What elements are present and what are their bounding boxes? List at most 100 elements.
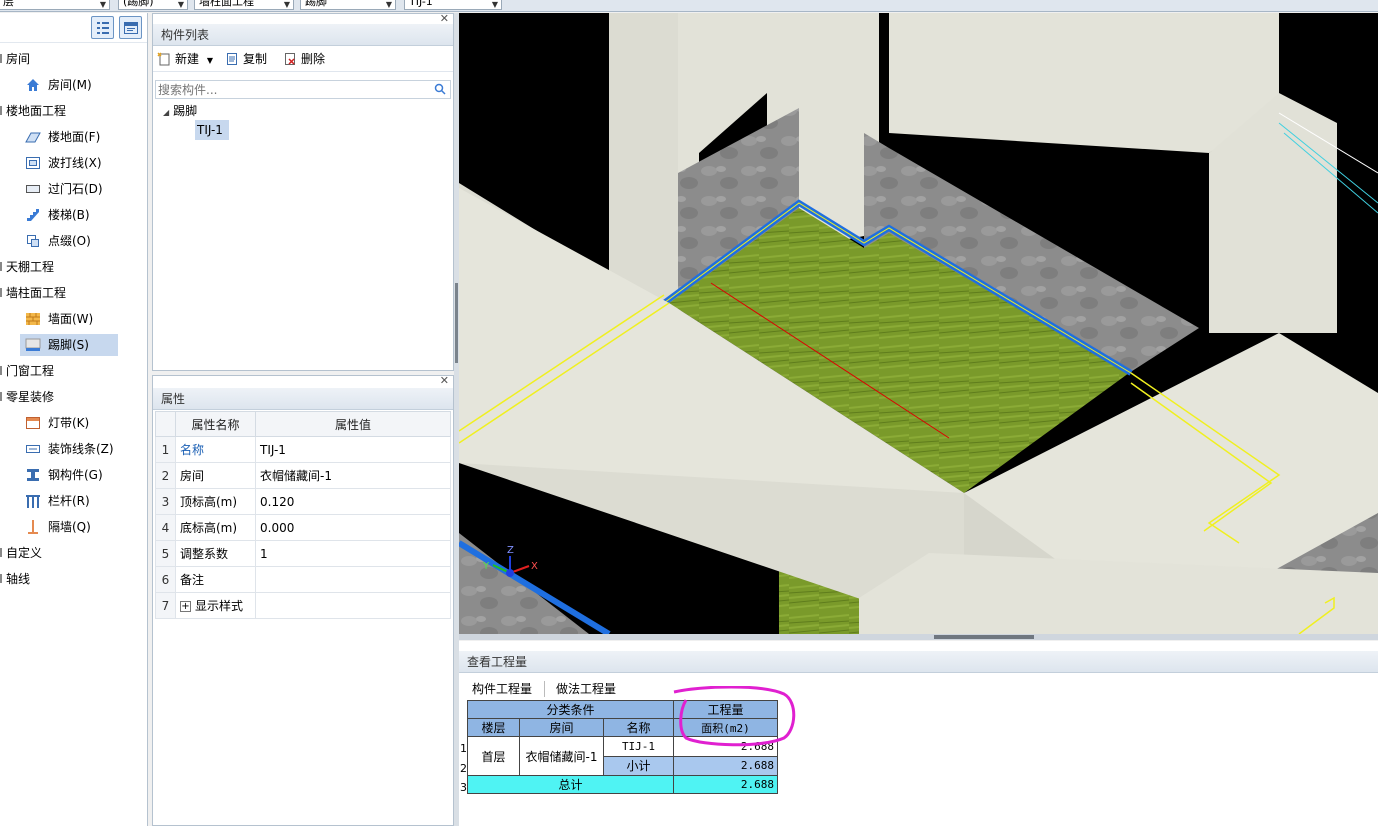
left-navigation: 房间 房间(M) 楼地面工程 楼地面(F) 波打线(X) 过门石(D) 楼梯(B… (0, 13, 148, 826)
search-icon[interactable] (434, 83, 446, 95)
tree-leaf-tij-1[interactable]: TIJ-1 (195, 120, 229, 140)
wall-face (889, 13, 1279, 153)
classification-header: 分类条件 (467, 700, 674, 719)
row-number: 4 (155, 514, 176, 541)
copy-component-button[interactable]: 复制 (225, 50, 267, 68)
splitter-grip[interactable] (455, 283, 458, 363)
property-name: 调整系数 (175, 540, 256, 567)
nav-item-stairs[interactable]: 楼梯(B) (20, 204, 118, 226)
nav-item-skirting[interactable]: 踢脚(S) (20, 334, 118, 356)
nav-item-partition[interactable]: 隔墙(Q) (20, 516, 118, 538)
nav-category-axis[interactable]: 轴线 (0, 568, 30, 590)
project-type-select[interactable]: 墙柱面工程 ▼ (194, 0, 294, 10)
house-icon (27, 79, 39, 91)
stairs-icon (27, 209, 39, 221)
category-select[interactable]: (踢脚) ▼ (118, 0, 188, 10)
property-row[interactable]: 2 房间 衣帽储藏间-1 (155, 462, 451, 489)
nav-category-wall[interactable]: 墙柱面工程 (0, 282, 66, 304)
delete-component-button[interactable]: 删除 (283, 50, 325, 68)
property-row[interactable]: 3 顶标高(m) 0.120 (155, 488, 451, 515)
table-row[interactable]: 总计 2.688 (467, 775, 778, 794)
row-number: 3 (155, 488, 176, 515)
light-strip-icon (26, 417, 40, 429)
nav-category-floor[interactable]: 楼地面工程 (0, 100, 66, 122)
property-value[interactable] (255, 566, 451, 593)
molding-icon (26, 445, 40, 453)
nav-item-floor[interactable]: 楼地面(F) (20, 126, 118, 148)
property-value[interactable]: 0.000 (255, 514, 451, 541)
nav-category-custom[interactable]: 自定义 (0, 542, 42, 564)
3d-viewport[interactable]: Z X Y (459, 13, 1378, 634)
splitter-grip[interactable] (934, 635, 1034, 639)
nav-item-wall-surface[interactable]: 墙面(W) (20, 308, 118, 330)
nav-category-ceiling[interactable]: 天棚工程 (0, 256, 54, 278)
3d-scene[interactable]: Z X Y (459, 13, 1378, 634)
tab-divider (544, 681, 545, 697)
nav-item-threshold-stone[interactable]: 过门石(D) (20, 178, 118, 200)
nav-item-railing[interactable]: 栏杆(R) (20, 490, 118, 512)
delete-label: 删除 (301, 52, 326, 66)
property-row[interactable]: 1 名称 TIJ-1 (155, 436, 451, 463)
property-row[interactable]: 5 调整系数 1 (155, 540, 451, 567)
property-row[interactable]: 4 底标高(m) 0.000 (155, 514, 451, 541)
nav-item-steel-member[interactable]: 钢构件(G) (20, 464, 118, 486)
total-label: 总计 (467, 775, 674, 794)
property-value[interactable]: 0.120 (255, 488, 451, 515)
nav-item-molding[interactable]: 装饰线条(Z) (20, 438, 118, 460)
close-icon[interactable]: ✕ (440, 12, 449, 25)
property-row[interactable]: 6 备注 (155, 566, 451, 593)
nav-item-room[interactable]: 房间(M) (20, 74, 118, 96)
property-name: 备注 (175, 566, 256, 593)
nav-item-label: 房间(M) (48, 78, 92, 92)
row-number-header (155, 411, 176, 437)
nav-category-misc-decoration[interactable]: 零星装修 (0, 386, 54, 408)
nav-item-label: 点缀(O) (48, 234, 91, 248)
collapse-triangle-icon[interactable]: ◢ (163, 108, 169, 117)
tree-node-skirting[interactable]: ◢ 踢脚 (163, 102, 197, 120)
component-select[interactable]: TIJ-1 ▼ (404, 0, 502, 10)
row-number: 2 (460, 762, 467, 775)
nav-category-room[interactable]: 房间 (0, 48, 30, 70)
property-row[interactable]: 7 + 显示样式 (155, 592, 451, 619)
property-value[interactable]: 1 (255, 540, 451, 567)
row-number: 5 (155, 540, 176, 567)
component-search-box[interactable] (155, 80, 451, 99)
tab-component-quantity[interactable]: 构件工程量 (472, 677, 532, 701)
component-select-value: TIJ-1 (409, 0, 433, 8)
close-icon[interactable]: ✕ (440, 374, 449, 387)
nav-item-label: 隔墙(Q) (48, 520, 91, 534)
window-view-button[interactable] (119, 16, 142, 39)
nav-category-doors-windows[interactable]: 门窗工程 (0, 360, 54, 382)
project-type-select-value: 墙柱面工程 (199, 0, 254, 8)
top-toolbar: 层 ▼ (踢脚) ▼ 墙柱面工程 ▼ 踢脚 ▼ TIJ-1 ▼ (0, 0, 1378, 12)
floor-icon (25, 132, 41, 143)
name-column-header: 名称 (603, 718, 674, 737)
copy-label: 复制 (243, 52, 268, 66)
component-type-select[interactable]: 踢脚 ▼ (300, 0, 396, 10)
expand-plus-icon[interactable]: + (180, 601, 191, 612)
nav-item-accent[interactable]: 点缀(O) (20, 230, 118, 252)
row-number: 1 (155, 436, 176, 463)
list-view-button[interactable] (91, 16, 114, 39)
property-value[interactable]: 衣帽储藏间-1 (255, 462, 451, 489)
component-search-input[interactable] (156, 81, 426, 98)
property-name-text: 显示样式 (195, 599, 244, 613)
floor-column-header: 楼层 (467, 718, 520, 737)
tab-method-quantity[interactable]: 做法工程量 (556, 677, 616, 701)
property-value[interactable]: TIJ-1 (255, 436, 451, 463)
new-component-button[interactable]: 新建 ▼ (157, 50, 213, 68)
area-cell: 2.688 (673, 736, 778, 757)
quantity-panel: 查看工程量 构件工程量 做法工程量 1 2 3 分类条件 工程量 楼层 房间 名… (459, 641, 1378, 826)
floor-select[interactable]: 层 ▼ (0, 0, 110, 10)
threshold-stone-icon (26, 185, 40, 193)
railing-icon (26, 495, 40, 508)
property-name-header: 属性名称 (175, 411, 256, 437)
subtotal-area: 2.688 (673, 755, 778, 776)
viewport-splitter[interactable] (459, 634, 1378, 640)
property-value[interactable] (255, 592, 451, 619)
nav-item-light-strip[interactable]: 灯带(K) (20, 412, 118, 434)
nav-item-label: 过门石(D) (48, 182, 103, 196)
table-row[interactable]: 首层 衣帽储藏间-1 TIJ-1 2.688 (467, 736, 778, 776)
nav-item-border-line[interactable]: 波打线(X) (20, 152, 118, 174)
partition-icon (28, 520, 38, 534)
